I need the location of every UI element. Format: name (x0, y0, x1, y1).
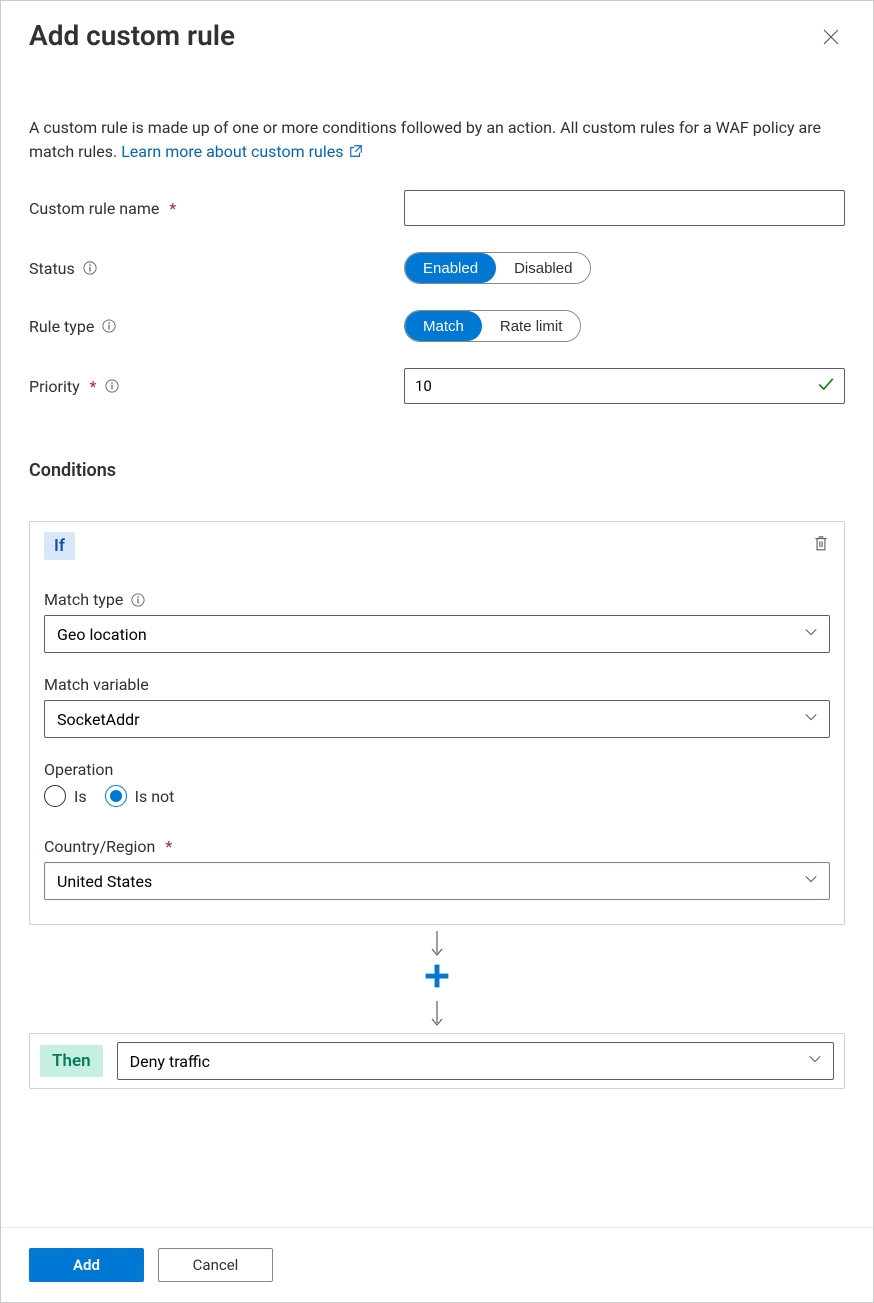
ruletype-ratelimit-option[interactable]: Rate limit (482, 311, 581, 341)
panel-body: A custom rule is made up of one or more … (1, 116, 873, 1089)
intro-text: A custom rule is made up of one or more … (29, 116, 845, 164)
then-badge: Then (40, 1045, 103, 1077)
status-enabled-option[interactable]: Enabled (405, 253, 496, 283)
delete-condition-button[interactable] (812, 534, 830, 556)
external-link-icon (349, 144, 363, 158)
row-rule-name: Custom rule name * (29, 190, 845, 226)
label-country: Country/Region * (44, 837, 830, 856)
field-match-variable: Match variable SocketAddr (44, 675, 830, 738)
condition-connector (29, 931, 845, 1027)
field-operation: Operation Is Is not (44, 760, 830, 807)
priority-input[interactable] (404, 368, 845, 404)
panel-title: Add custom rule (29, 19, 235, 52)
checkmark-icon (817, 375, 835, 397)
field-country: Country/Region * United States (44, 837, 830, 900)
operation-isnot-label: Is not (135, 787, 175, 806)
label-ruletype: Rule type (29, 317, 404, 336)
label-rule-name: Custom rule name * (29, 199, 404, 218)
info-icon[interactable] (83, 261, 97, 275)
rule-name-input[interactable] (404, 190, 845, 226)
row-priority: Priority * (29, 368, 845, 404)
action-select[interactable]: Deny traffic (117, 1042, 834, 1080)
field-match-type: Match type Geo location (44, 590, 830, 653)
footer-bar: Add Cancel (1, 1227, 873, 1302)
label-match-variable: Match variable (44, 675, 830, 694)
country-select[interactable]: United States (44, 862, 830, 900)
condition-card: If Match type Geo location Match variabl… (29, 521, 845, 925)
info-icon[interactable] (102, 319, 116, 333)
add-condition-button[interactable] (424, 963, 450, 995)
operation-is-label: Is (74, 787, 87, 806)
label-match-variable-text: Match variable (44, 675, 149, 694)
ruletype-match-option[interactable]: Match (405, 311, 482, 341)
plus-icon (424, 963, 450, 989)
operation-isnot-radio[interactable]: Is not (105, 785, 175, 807)
label-status-text: Status (29, 259, 75, 278)
trash-icon (812, 534, 830, 552)
info-icon[interactable] (131, 593, 145, 607)
then-row: Then Deny traffic (29, 1033, 845, 1089)
label-operation: Operation (44, 760, 830, 779)
label-rule-name-text: Custom rule name (29, 199, 159, 218)
if-badge: If (44, 532, 75, 560)
label-country-text: Country/Region (44, 837, 155, 856)
conditions-title: Conditions (29, 460, 845, 481)
required-asterisk: * (90, 377, 97, 396)
match-variable-select[interactable]: SocketAddr (44, 700, 830, 738)
row-ruletype: Rule type Match Rate limit (29, 310, 845, 342)
ruletype-toggle: Match Rate limit (404, 310, 581, 342)
cancel-button[interactable]: Cancel (158, 1248, 273, 1282)
label-match-type-text: Match type (44, 590, 123, 609)
required-asterisk: * (169, 199, 176, 218)
info-icon[interactable] (105, 379, 119, 393)
close-icon (823, 29, 839, 45)
add-button[interactable]: Add (29, 1248, 144, 1282)
match-type-select[interactable]: Geo location (44, 615, 830, 653)
status-toggle: Enabled Disabled (404, 252, 591, 284)
label-status: Status (29, 259, 404, 278)
row-status: Status Enabled Disabled (29, 252, 845, 284)
label-match-type: Match type (44, 590, 830, 609)
arrow-down-icon (430, 931, 444, 957)
learn-more-link[interactable]: Learn more about custom rules (121, 142, 363, 161)
label-ruletype-text: Rule type (29, 317, 94, 336)
status-disabled-option[interactable]: Disabled (496, 253, 590, 283)
close-button[interactable] (817, 23, 845, 51)
panel-header: Add custom rule (1, 1, 873, 52)
label-operation-text: Operation (44, 760, 113, 779)
learn-more-link-text: Learn more about custom rules (121, 142, 343, 161)
radio-icon (105, 785, 127, 807)
operation-is-radio[interactable]: Is (44, 785, 87, 807)
required-asterisk: * (165, 837, 172, 856)
label-priority-text: Priority (29, 377, 80, 396)
arrow-down-icon (430, 1001, 444, 1027)
operation-radio-group: Is Is not (44, 785, 830, 807)
radio-icon (44, 785, 66, 807)
label-priority: Priority * (29, 377, 404, 396)
